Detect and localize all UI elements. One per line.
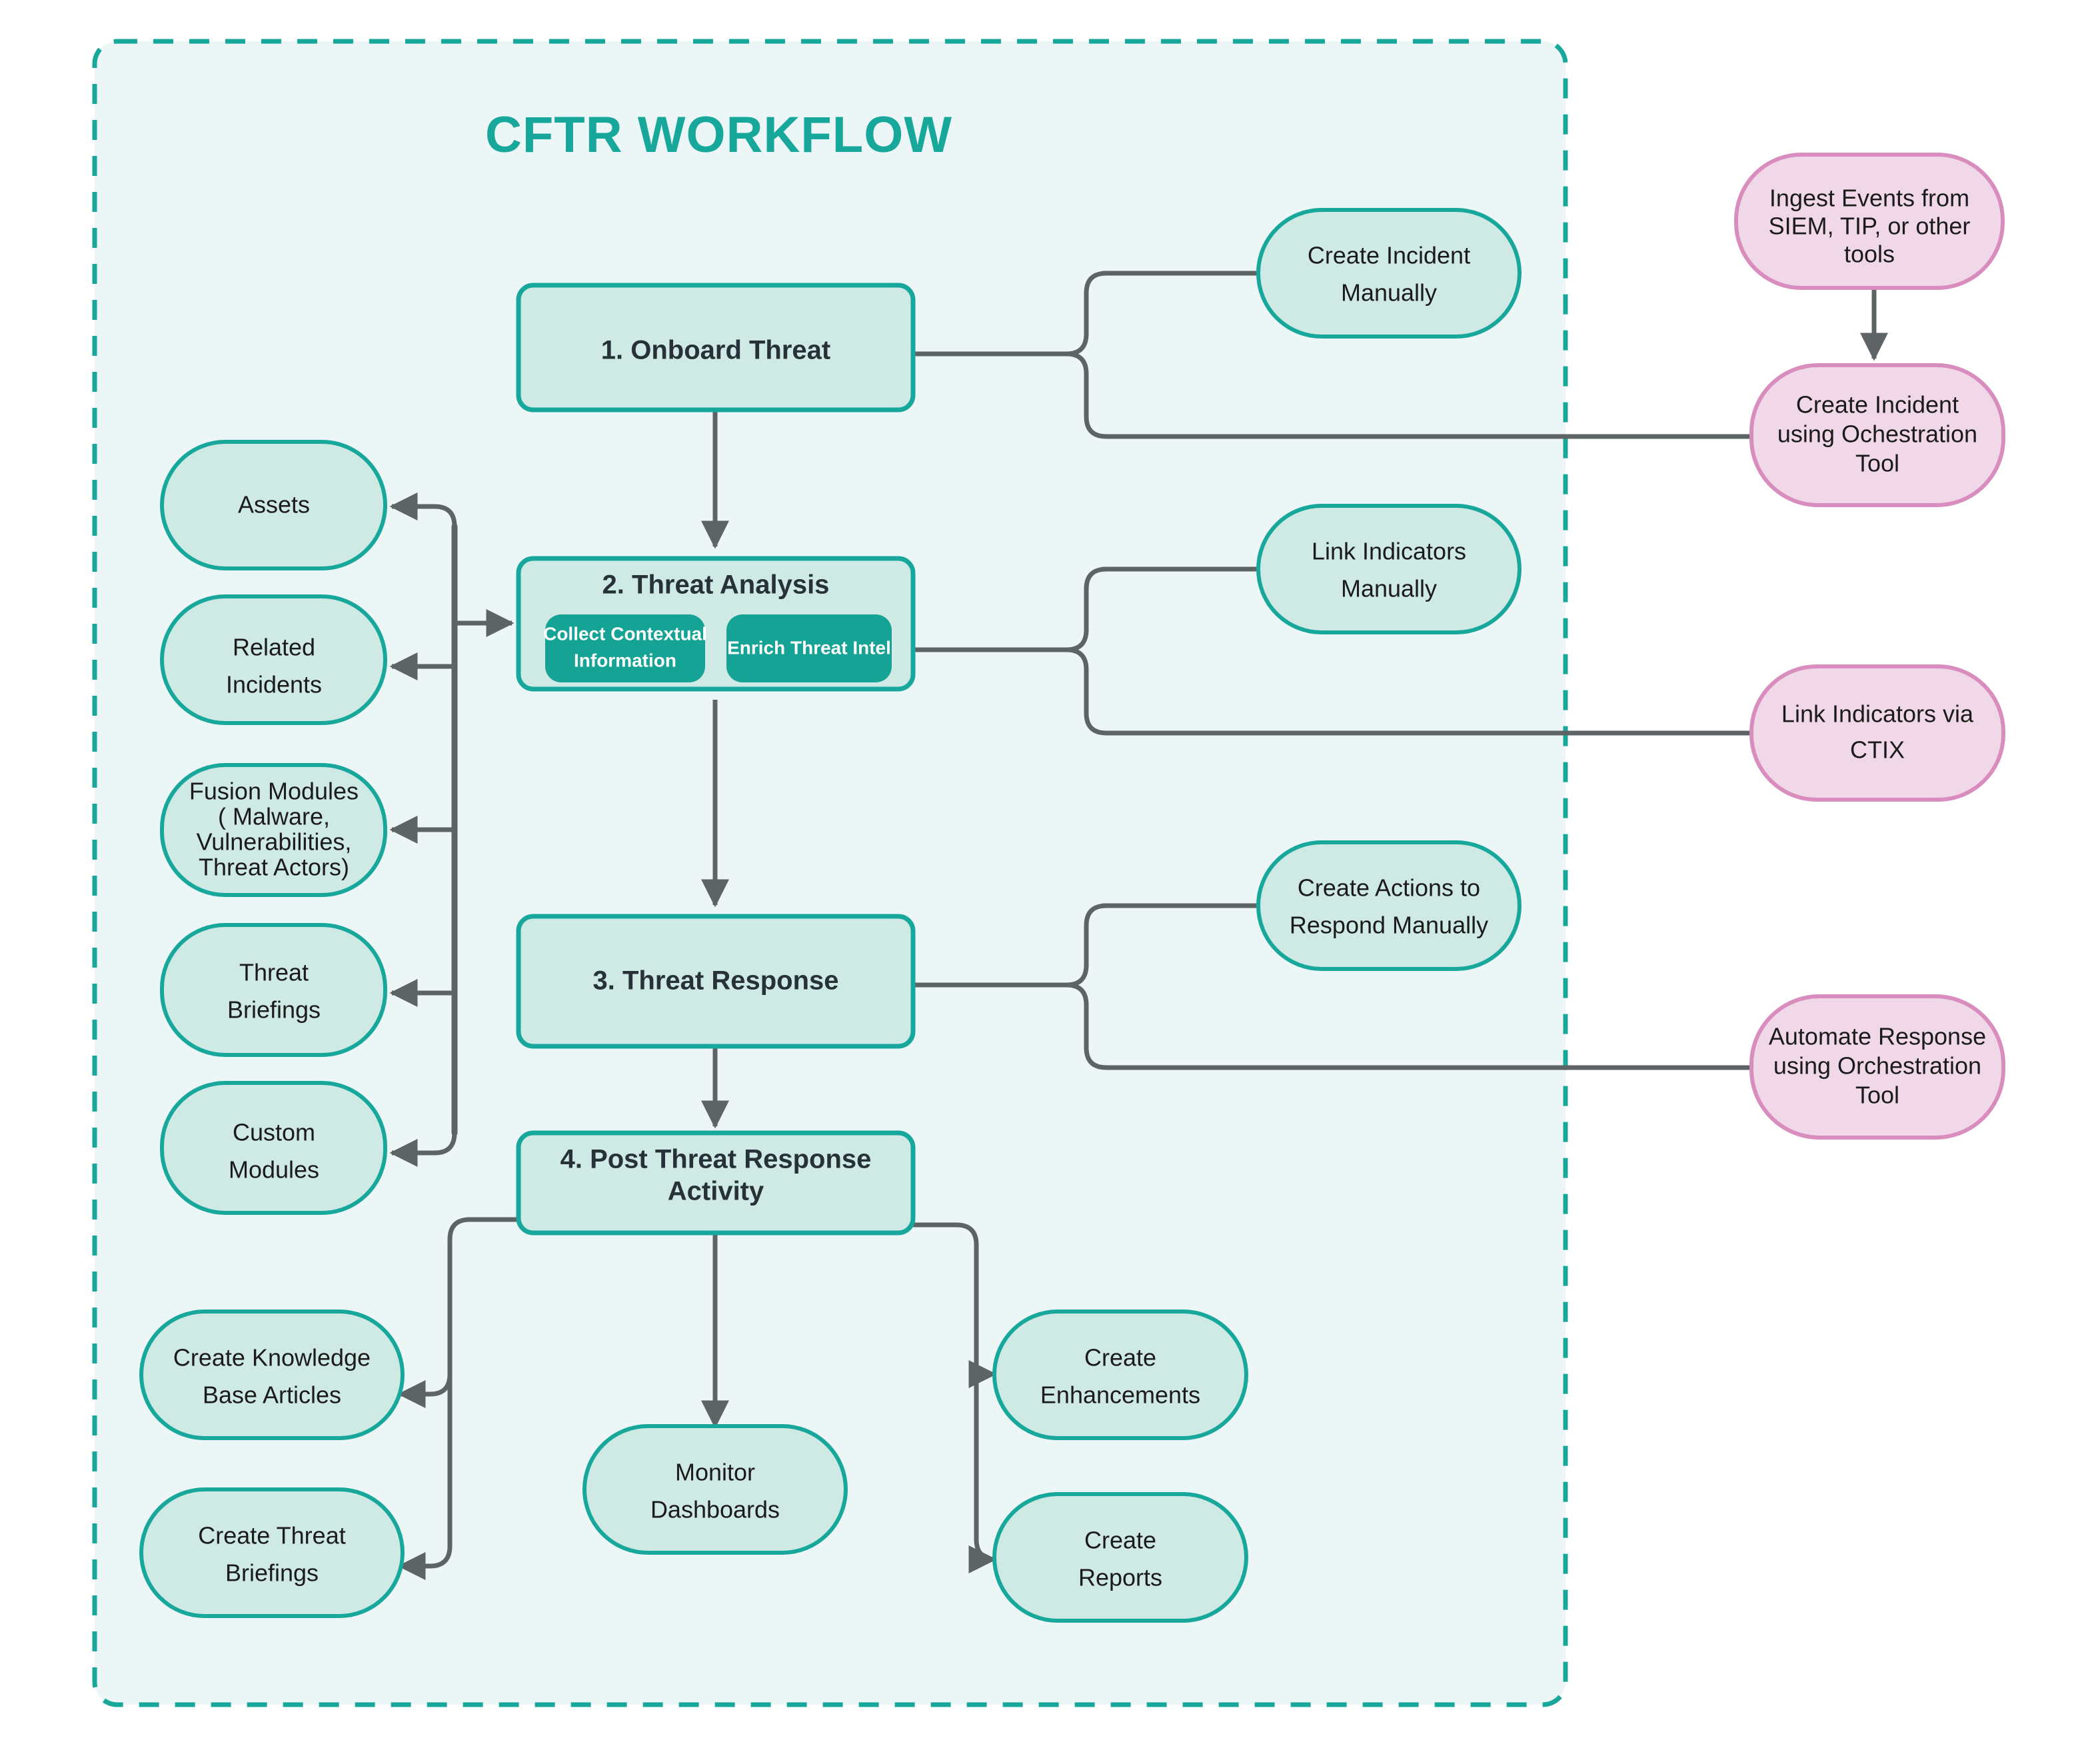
create-actions-to-respond-manually-line1: Create Actions to	[1298, 874, 1480, 902]
monitor-dashboards-line1: Monitor	[675, 1459, 755, 1486]
assets-label: Assets	[238, 491, 310, 518]
create-enhancements-line1: Create	[1084, 1344, 1156, 1371]
threat-briefings-line2: Briefings	[227, 996, 321, 1024]
node-create-reports[interactable]: Create Reports	[992, 1492, 1248, 1623]
create-incident-using-ochestration-tool-line3: Tool	[1855, 450, 1899, 477]
related-incidents-line2: Incidents	[226, 671, 322, 698]
process-box-threat-analysis[interactable]: 2. Threat Analysis Collect Contextual In…	[516, 556, 916, 692]
automate-response-using-orchestration-tool-line1: Automate Response	[1769, 1023, 1986, 1050]
node-custom-modules[interactable]: Custom Modules	[160, 1081, 387, 1215]
node-related-incidents[interactable]: Related Incidents	[160, 594, 387, 725]
collect-contextual-information-line2: Information	[574, 650, 676, 670]
node-link-indicators-via-ctix[interactable]: Link Indicators via CTIX	[1749, 664, 2005, 802]
enrich-threat-intel-label: Enrich Threat Intel	[727, 637, 891, 658]
create-threat-briefings-line2: Briefings	[225, 1559, 319, 1587]
collect-contextual-information-line1: Collect Contextual	[543, 623, 707, 644]
process-box-threat-response[interactable]: 3. Threat Response	[516, 914, 916, 1049]
node-create-incident-manually[interactable]: Create Incident Manually	[1256, 208, 1522, 339]
node-create-threat-briefings[interactable]: Create Threat Briefings	[139, 1487, 405, 1618]
link-indicators-via-ctix-line1: Link Indicators via	[1781, 700, 1974, 728]
node-create-enhancements[interactable]: Create Enhancements	[992, 1309, 1248, 1440]
link-indicators-manually-line2: Manually	[1341, 575, 1437, 602]
monitor-dashboards-shape	[582, 1424, 848, 1555]
link-indicators-manually-shape	[1256, 504, 1522, 634]
node-threat-briefings[interactable]: Threat Briefings	[160, 923, 387, 1057]
custom-modules-line2: Modules	[229, 1156, 319, 1184]
automate-response-using-orchestration-tool-line2: using Orchestration	[1773, 1052, 1981, 1080]
threat-response-label: 3. Threat Response	[592, 966, 838, 996]
monitor-dashboards-line2: Dashboards	[650, 1496, 780, 1523]
create-enhancements-shape	[992, 1309, 1248, 1440]
create-incident-manually-line2: Manually	[1341, 279, 1437, 307]
create-reports-shape	[992, 1492, 1248, 1623]
create-actions-to-respond-manually-line2: Respond Manually	[1290, 912, 1488, 939]
onboard-threat-label: 1. Onboard Threat	[601, 336, 831, 365]
post-threat-response-activity-line2: Activity	[668, 1177, 764, 1206]
post-threat-response-activity-line1: 4. Post Threat Response	[560, 1145, 872, 1174]
related-incidents-line1: Related	[233, 634, 315, 661]
cftr-workflow-diagram: CFTR WORKFLOW 1. Onboard Threat 2. Threa…	[92, 39, 2005, 1707]
fusion-modules-line4: Threat Actors)	[199, 854, 349, 881]
create-incident-manually-shape	[1256, 208, 1522, 339]
ingest-events-line2: SIEM, TIP, or other	[1769, 213, 1971, 240]
node-fusion-modules[interactable]: Fusion Modules ( Malware, Vulnerabilitie…	[160, 763, 387, 897]
process-box-post-threat-response-activity[interactable]: 4. Post Threat Response Activity	[516, 1130, 916, 1236]
create-enhancements-line2: Enhancements	[1040, 1381, 1200, 1409]
process-box-onboard-threat[interactable]: 1. Onboard Threat	[516, 283, 916, 413]
create-incident-manually-line1: Create Incident	[1308, 242, 1470, 269]
automate-response-using-orchestration-tool-line3: Tool	[1855, 1082, 1899, 1109]
fusion-modules-line3: Vulnerabilities,	[197, 828, 352, 856]
custom-modules-shape	[160, 1081, 387, 1215]
node-create-incident-using-ochestration-tool[interactable]: Create Incident using Ochestration Tool	[1749, 363, 2005, 507]
node-assets[interactable]: Assets	[160, 440, 387, 570]
threat-briefings-line1: Threat	[239, 959, 309, 986]
create-knowledge-base-articles-line1: Create Knowledge	[173, 1344, 371, 1371]
diagram-canvas: CFTR WORKFLOW 1. Onboard Threat 2. Threa…	[0, 0, 2100, 1744]
create-reports-line1: Create	[1084, 1527, 1156, 1554]
create-threat-briefings-line1: Create Threat	[198, 1522, 345, 1549]
link-indicators-via-ctix-line2: CTIX	[1850, 736, 1905, 764]
create-incident-using-ochestration-tool-line1: Create Incident	[1796, 391, 1959, 419]
ingest-events-line1: Ingest Events from	[1769, 185, 1969, 212]
node-ingest-events[interactable]: Ingest Events from SIEM, TIP, or other t…	[1734, 153, 2005, 290]
link-indicators-via-ctix-shape	[1749, 664, 2005, 802]
node-monitor-dashboards[interactable]: Monitor Dashboards	[582, 1424, 848, 1555]
create-incident-using-ochestration-tool-line2: using Ochestration	[1777, 421, 1977, 448]
node-automate-response-using-orchestration-tool[interactable]: Automate Response using Orchestration To…	[1749, 994, 2005, 1140]
threat-analysis-label: 2. Threat Analysis	[602, 570, 830, 600]
custom-modules-line1: Custom	[233, 1119, 315, 1146]
create-knowledge-base-articles-shape	[139, 1309, 405, 1440]
node-link-indicators-manually[interactable]: Link Indicators Manually	[1256, 504, 1522, 634]
fusion-modules-line1: Fusion Modules	[189, 778, 359, 805]
page-title: CFTR WORKFLOW	[485, 107, 952, 163]
sub-action-collect-contextual-information[interactable]: Collect Contextual Information	[543, 614, 707, 682]
threat-briefings-shape	[160, 923, 387, 1057]
node-create-knowledge-base-articles[interactable]: Create Knowledge Base Articles	[139, 1309, 405, 1440]
create-knowledge-base-articles-line2: Base Articles	[203, 1381, 341, 1409]
link-indicators-manually-line1: Link Indicators	[1312, 538, 1466, 565]
create-reports-line2: Reports	[1078, 1564, 1162, 1591]
fusion-modules-line2: ( Malware,	[218, 803, 330, 830]
ingest-events-line3: tools	[1844, 241, 1895, 268]
node-create-actions-to-respond-manually[interactable]: Create Actions to Respond Manually	[1256, 840, 1522, 971]
create-threat-briefings-shape	[139, 1487, 405, 1618]
sub-action-enrich-threat-intel[interactable]: Enrich Threat Intel	[726, 614, 892, 682]
create-actions-to-respond-manually-shape	[1256, 840, 1522, 971]
